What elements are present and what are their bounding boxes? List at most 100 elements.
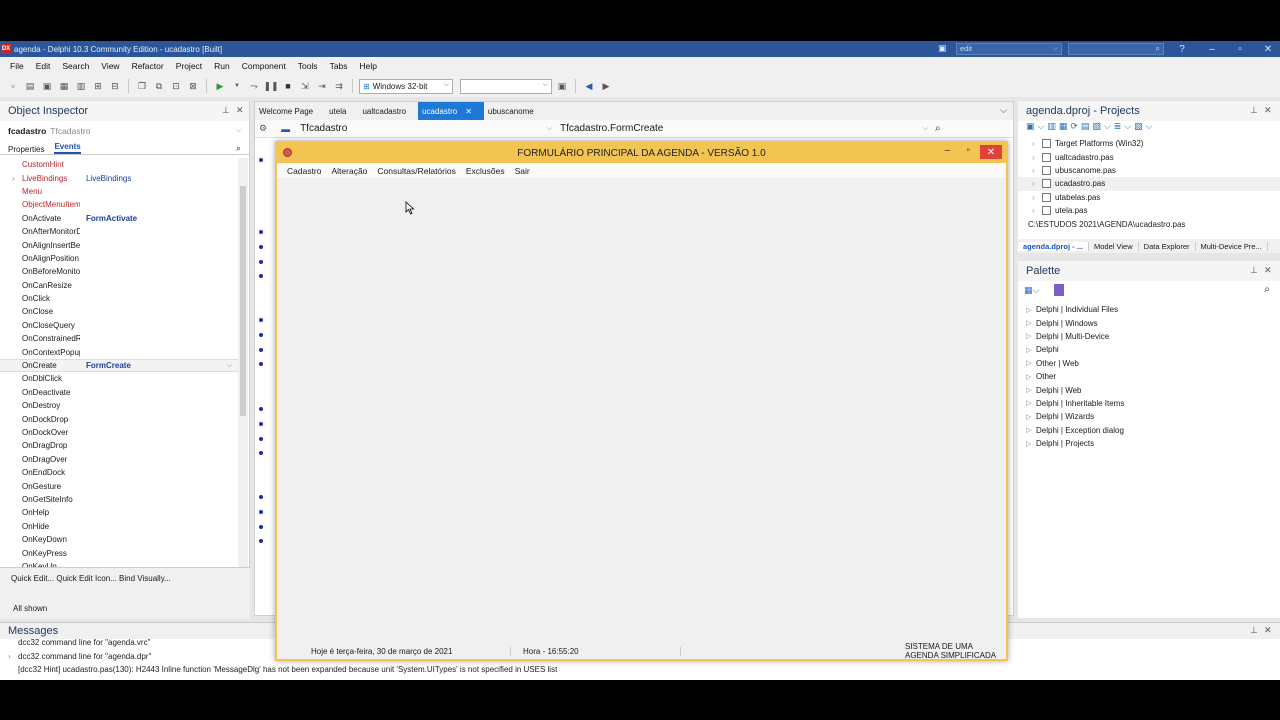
palette-category[interactable]: ▷ Delphi [1018, 343, 1280, 356]
tab-multi-device-preview[interactable]: Multi-Device Pre... [1196, 241, 1268, 251]
run-without-debug-icon[interactable]: ⤳ [247, 79, 261, 93]
event-value[interactable]: FormActivate [80, 214, 238, 223]
form-menu-exclusoes[interactable]: Exclusões [461, 166, 510, 176]
tab-properties[interactable]: Properties [8, 145, 44, 154]
palette-category[interactable]: ▷ Delphi | Individual Files [1018, 303, 1280, 316]
expand-icon[interactable]: ▷ [1026, 332, 1036, 340]
save-all-icon[interactable]: ▦ [57, 79, 71, 93]
event-row[interactable]: OnDeactivate [0, 386, 238, 399]
close-icon[interactable]: ✕ [465, 107, 472, 116]
tab-project[interactable]: agenda.dproj - ... [1018, 241, 1090, 251]
close-icon[interactable]: ✕ [236, 105, 244, 116]
new-icon[interactable]: ▫ [6, 79, 20, 93]
form-caption-bar[interactable]: FORMULÁRIO PRINCIPAL DA AGENDA - VERSÃO … [277, 143, 1006, 163]
palette-category[interactable]: ▷ Delphi | Web [1018, 383, 1280, 396]
tab-model-view[interactable]: Model View [1089, 241, 1139, 251]
menu-edit[interactable]: Edit [30, 61, 57, 71]
message-line[interactable]: [dcc32 Hint] ucadastro.pas(130): H2443 I… [0, 663, 1280, 676]
run-icon[interactable]: ▶ [213, 79, 227, 93]
close-icon[interactable]: ✕ [1264, 265, 1272, 276]
event-value[interactable]: LiveBindings [80, 174, 238, 183]
expand-icon[interactable]: ▷ [1026, 359, 1036, 367]
method-combo[interactable]: Tfcadastro.FormCreate [560, 123, 663, 134]
sync-icon[interactable]: ▣⌵▥▦⟳▤▧⌵≣⌵▨⌵ [1026, 121, 1155, 131]
add-file-icon[interactable]: ⊞ [91, 79, 105, 93]
palette-category[interactable]: ▷ Delphi | Projects [1018, 437, 1280, 450]
event-row[interactable]: OnBeforeMonitorDpiChanged [0, 265, 238, 278]
form-menu-alteracao[interactable]: Alteração [327, 166, 373, 176]
minimize-button[interactable]: – [1200, 41, 1224, 57]
tab-utela[interactable]: utela [325, 102, 358, 120]
menu-tabs[interactable]: Tabs [324, 61, 354, 71]
expand-icon[interactable]: ▷ [1026, 346, 1036, 354]
menu-help[interactable]: Help [354, 61, 383, 71]
palette-category[interactable]: ▷ Delphi | Multi-Device [1018, 330, 1280, 343]
desktop-layout-icon[interactable]: ▣ [938, 43, 947, 54]
search-icon[interactable]: ⌕ [935, 123, 941, 134]
remove-file-icon[interactable]: ⊟ [108, 79, 122, 93]
maximize-button[interactable]: ▫ [966, 145, 970, 156]
expand-icon[interactable]: › [12, 174, 15, 183]
event-row[interactable]: OnClick [0, 292, 238, 305]
menu-component[interactable]: Component [236, 61, 292, 71]
tab-ubuscanome[interactable]: ubuscanome [484, 102, 546, 120]
event-row[interactable]: OnDblClick [0, 372, 238, 385]
event-value[interactable]: FormCreate [80, 361, 227, 370]
palette-category[interactable]: ▷ Delphi | Exception dialog [1018, 424, 1280, 437]
event-row[interactable]: OnAlignPosition [0, 252, 238, 265]
expand-icon[interactable]: ▷ [1026, 306, 1036, 314]
event-row[interactable]: OnActivate FormActivate [0, 212, 238, 225]
pin-icon[interactable]: ⊥ [1250, 625, 1258, 636]
event-row[interactable]: OnCanResize [0, 279, 238, 292]
event-row[interactable]: OnHelp [0, 506, 238, 519]
event-row[interactable]: OnClose [0, 305, 238, 318]
quick-edit-links[interactable]: Quick Edit... Quick Edit Icon... Bind Vi… [0, 568, 250, 589]
expand-icon[interactable]: ▷ [1026, 440, 1036, 448]
event-row[interactable]: LiveBindings LiveBindings › [0, 171, 238, 184]
tab-ucadastro[interactable]: ucadastro ✕ [418, 102, 484, 120]
expand-icon[interactable]: › [1032, 139, 1042, 148]
project-tree-item[interactable]: › Target Platforms (Win32) [1018, 137, 1280, 150]
pin-icon[interactable]: ⊥ [222, 105, 230, 116]
event-row[interactable]: OnCloseQuery [0, 319, 238, 332]
expand-icon[interactable]: › [1032, 179, 1042, 188]
tab-welcome-page[interactable]: Welcome Page [255, 102, 325, 120]
event-row[interactable]: OnKeyUp [0, 560, 238, 567]
tab-data-explorer[interactable]: Data Explorer [1139, 241, 1196, 251]
event-row[interactable]: OnGesture [0, 479, 238, 492]
event-row[interactable]: OnConstrainedResize [0, 332, 238, 345]
expand-icon[interactable]: › [1032, 193, 1042, 202]
object-inspector-scrollbar[interactable] [238, 158, 248, 567]
search-icon[interactable]: ⌕ [1264, 284, 1270, 295]
event-row[interactable]: CustomHint [0, 158, 238, 171]
view-unit-icon[interactable]: ⧉ [152, 79, 166, 93]
close-button[interactable]: ✕ [980, 145, 1002, 159]
event-row[interactable]: OnKeyDown [0, 533, 238, 546]
search-icon[interactable]: ⌕ [236, 143, 241, 154]
menu-search[interactable]: Search [56, 61, 95, 71]
expand-icon[interactable]: › [1032, 153, 1042, 162]
layout-combo[interactable]: edit ⌵ [956, 43, 1062, 55]
event-row[interactable]: OnHide [0, 520, 238, 533]
object-selector[interactable]: fcadastro Tfcadastro ⌵ [8, 123, 241, 139]
project-tree-item[interactable]: › utela.pas [1018, 204, 1280, 217]
run-to-cursor-icon[interactable]: ⇉ [332, 79, 346, 93]
chevron-down-icon[interactable]: ▼ [230, 79, 244, 93]
project-tree-item[interactable]: › utabelas.pas [1018, 191, 1280, 204]
chevron-down-icon[interactable]: ⌵ [227, 362, 232, 370]
toggle-form-icon[interactable]: ❐ [135, 79, 149, 93]
expand-icon[interactable]: ▷ [1026, 319, 1036, 327]
pin-icon[interactable]: ⊥ [1250, 265, 1258, 276]
configuration-combo[interactable]: ⌵ [460, 78, 552, 94]
palette-category[interactable]: ▷ Delphi | Inheritable Items [1018, 397, 1280, 410]
stop-icon[interactable]: ■ [281, 79, 295, 93]
form-menu-consultas[interactable]: Consultas/Relatórios [372, 166, 460, 176]
back-arrow-icon[interactable]: ◀ [582, 79, 596, 93]
project-tree-item[interactable]: › ucadastro.pas [1018, 177, 1280, 191]
palette-category[interactable]: ▷ Delphi | Wizards [1018, 410, 1280, 423]
pin-icon[interactable]: ⊥ [1250, 105, 1258, 116]
event-row[interactable]: OnDockOver [0, 426, 238, 439]
event-row[interactable]: OnAlignInsertBefore [0, 238, 238, 251]
event-row[interactable]: ObjectMenuItem [0, 198, 238, 211]
project-tree-item[interactable]: › ualtcadastro.pas [1018, 150, 1280, 163]
